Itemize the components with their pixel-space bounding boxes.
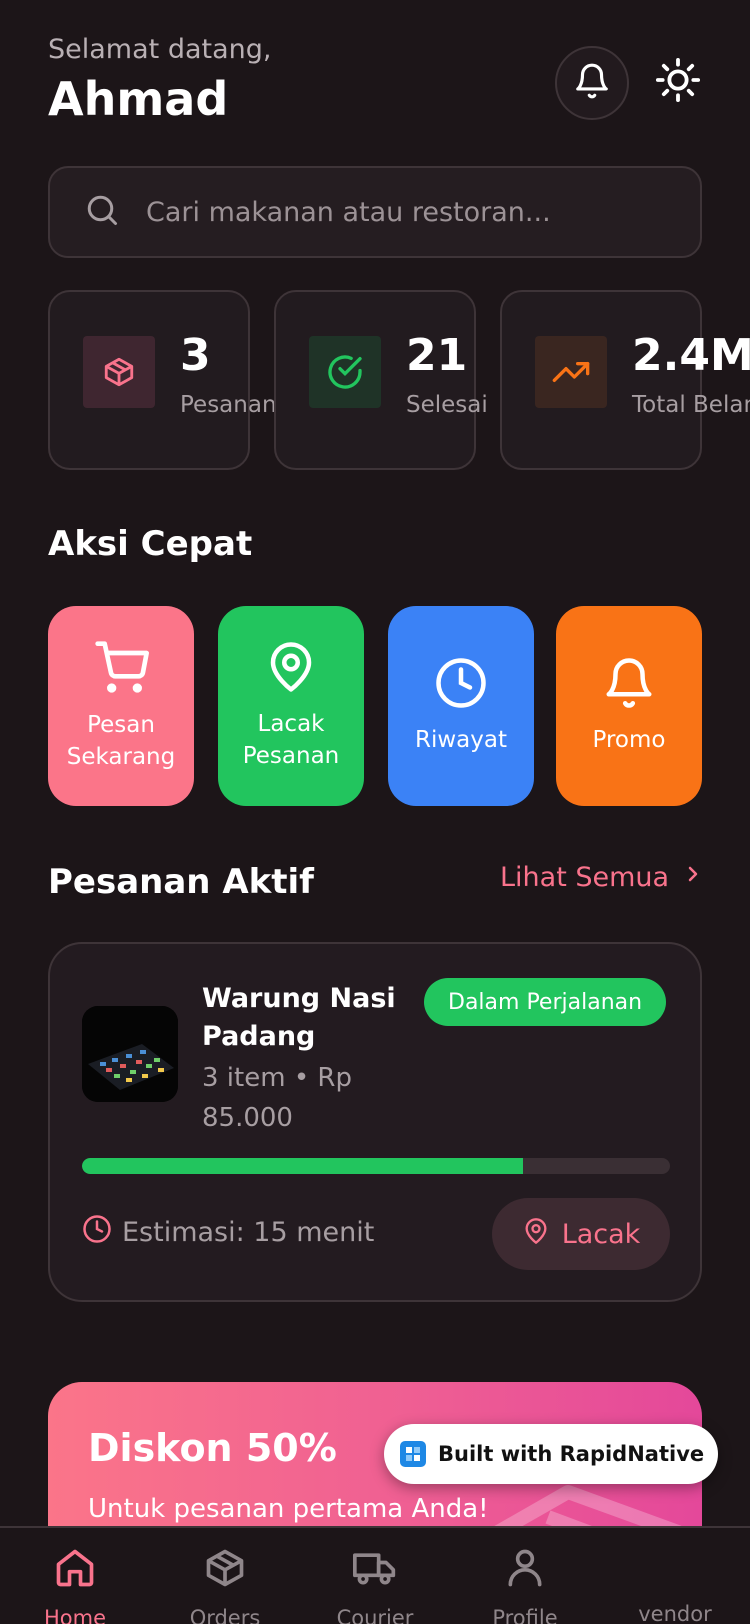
track-label: Lacak <box>561 1218 641 1250</box>
rapidnative-logo-icon <box>400 1441 426 1467</box>
restaurant-name: Warung Nasi Padang <box>202 983 396 1052</box>
home-icon <box>53 1546 97 1594</box>
nav-item-orders[interactable]: Orders <box>150 1546 300 1624</box>
restaurant-image <box>82 1006 178 1102</box>
search-input[interactable] <box>146 196 666 228</box>
active-order-card[interactable]: Warung Nasi Padang 3 item • Rp 85.000 Da… <box>48 942 702 1302</box>
chevron-right-icon <box>681 862 705 893</box>
quick-action-label: Promo <box>592 727 666 753</box>
built-with-badge[interactable]: Built with RapidNative <box>384 1424 718 1484</box>
package-icon <box>83 336 155 408</box>
promo-subtitle: Untuk pesanan pertama Anda! <box>88 1494 489 1524</box>
stat-value: 3 <box>180 330 211 381</box>
clock-icon <box>82 1214 112 1251</box>
nav-label: Profile <box>492 1606 558 1624</box>
stat-card-completed[interactable]: 21 Selesai <box>274 290 488 470</box>
stat-label: Selesai <box>406 392 488 418</box>
trending-up-icon <box>535 336 607 408</box>
order-detail: 3 item • Rp 85.000 <box>202 1063 352 1133</box>
built-with-label: Built with RapidNative <box>438 1442 705 1466</box>
stat-value: 21 <box>406 330 468 381</box>
see-all-link[interactable]: Lihat Semua <box>500 862 705 893</box>
search-icon <box>84 192 120 232</box>
stat-label: Pesanan <box>180 392 277 418</box>
store-icon <box>653 1546 697 1590</box>
quick-action-label: Riwayat <box>415 727 507 753</box>
stat-label: Total Belanja <box>632 392 750 418</box>
nav-item-profile[interactable]: Profile <box>450 1546 600 1624</box>
stat-card-orders[interactable]: 3 Pesanan <box>48 290 277 470</box>
nav-item-home[interactable]: Home <box>0 1546 150 1624</box>
search-bar[interactable] <box>48 166 702 258</box>
nav-label: Courier <box>336 1606 414 1624</box>
truck-icon <box>352 1546 398 1594</box>
promo-title: Diskon 50% <box>88 1426 337 1470</box>
eta-text: Estimasi: 15 menit <box>122 1217 375 1248</box>
delivery-progress-bar <box>82 1158 670 1174</box>
quick-action-promo[interactable]: Promo <box>556 606 702 806</box>
quick-action-label: Lacak Pesanan <box>242 711 340 769</box>
nav-item-courier[interactable]: Courier <box>300 1546 450 1624</box>
eta-row: Estimasi: 15 menit <box>82 1214 374 1251</box>
map-pin-icon <box>264 640 318 698</box>
quick-action-order-now[interactable]: Pesan Sekarang <box>48 606 194 806</box>
stat-card-spending[interactable]: 2.4M Total Belanja <box>500 290 750 470</box>
notifications-button[interactable] <box>555 46 629 120</box>
bell-icon <box>602 656 656 714</box>
map-pin-icon <box>522 1217 550 1252</box>
nav-label: vendor <box>638 1602 712 1624</box>
active-orders-title: Pesanan Aktif <box>48 862 314 902</box>
bell-icon <box>573 62 611 104</box>
quick-action-history[interactable]: Riwayat <box>388 606 534 806</box>
quick-actions-title: Aksi Cepat <box>48 524 253 564</box>
see-all-label: Lihat Semua <box>500 862 670 893</box>
stats-row: 3 Pesanan 21 Selesai 2.4M Total Belanja <box>48 290 750 470</box>
track-order-button[interactable]: Lacak <box>492 1198 670 1270</box>
check-circle-icon <box>309 336 381 408</box>
nav-label: Orders <box>189 1606 261 1624</box>
nav-item-vendor[interactable]: vendor <box>600 1546 750 1624</box>
clock-icon <box>434 656 488 714</box>
bottom-navigation: Home Orders Courier Profile vendor <box>0 1526 750 1624</box>
status-badge: Dalam Perjalanan <box>424 978 667 1026</box>
package-icon <box>203 1546 247 1594</box>
quick-action-label: Pesan Sekarang <box>66 712 176 770</box>
sun-icon <box>655 57 701 107</box>
greeting-text: Selamat datang, <box>48 34 272 65</box>
user-icon <box>503 1546 547 1594</box>
nav-label: Home <box>43 1606 106 1624</box>
cart-icon <box>93 639 150 699</box>
theme-toggle-button[interactable] <box>652 56 704 108</box>
username-title: Ahmad <box>48 72 229 126</box>
delivery-progress-fill <box>82 1158 523 1174</box>
stat-value: 2.4M <box>632 330 750 381</box>
quick-action-track-order[interactable]: Lacak Pesanan <box>218 606 364 806</box>
